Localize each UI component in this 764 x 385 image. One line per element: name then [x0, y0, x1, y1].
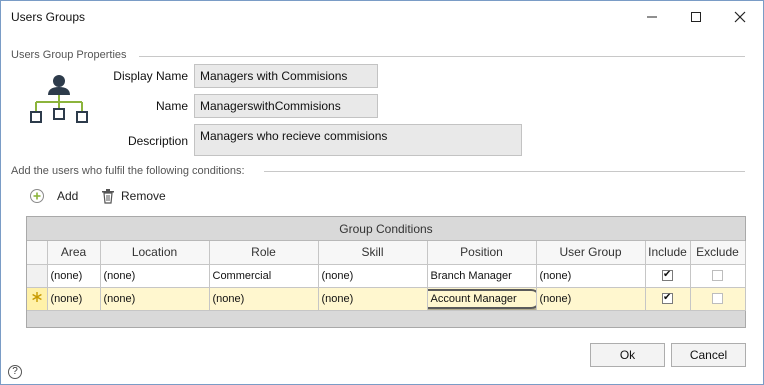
close-button[interactable]: [718, 1, 762, 32]
ok-button[interactable]: Ok: [590, 343, 665, 367]
highlighted-position-value[interactable]: Account Manager: [427, 288, 535, 309]
column-header-user-group[interactable]: User Group: [536, 241, 646, 265]
cell-user-group[interactable]: (none): [536, 287, 646, 311]
cell-location[interactable]: (none): [100, 287, 210, 311]
cell-skill[interactable]: (none): [318, 287, 428, 311]
description-field[interactable]: Managers who recieve commisions: [194, 124, 522, 156]
description-label: Description: [127, 134, 188, 148]
users-group-icon: [26, 71, 90, 130]
maximize-icon: [691, 11, 701, 22]
grid-header-row: Area Location Role Skill Position User G…: [27, 241, 746, 265]
table-row[interactable]: (none) (none) (none) (none) Account Mana…: [27, 287, 746, 311]
window-title: Users Groups: [11, 10, 86, 24]
cell-exclude[interactable]: [690, 264, 746, 288]
cell-include[interactable]: ✔: [645, 264, 691, 288]
minimize-icon: [647, 16, 657, 17]
conditions-section-title: Add the users who fulfil the following c…: [11, 165, 245, 177]
cell-include[interactable]: ✔: [645, 287, 691, 311]
table-row[interactable]: (none) (none) Commercial (none) Branch M…: [27, 264, 746, 288]
column-header-include[interactable]: Include: [645, 241, 691, 265]
maximize-button[interactable]: [674, 1, 718, 32]
conditions-divider: [264, 171, 745, 172]
display-name-field[interactable]: Managers with Commisions: [194, 64, 378, 88]
cell-skill[interactable]: (none): [318, 264, 428, 288]
cell-role[interactable]: Commercial: [209, 264, 319, 288]
add-label: Add: [57, 189, 79, 203]
close-icon: [734, 11, 746, 22]
conditions-table: Area Location Role Skill Position User G…: [27, 241, 746, 311]
new-row-asterisk-icon: [32, 292, 42, 302]
column-header-location[interactable]: Location: [100, 241, 210, 265]
row-selector[interactable]: [27, 287, 48, 311]
users-groups-dialog: Users Groups Users Group Properties Disp…: [0, 0, 764, 385]
cell-position[interactable]: Account Manager: [427, 287, 537, 311]
name-field[interactable]: ManagerswithCommisions: [194, 94, 378, 118]
display-name-label: Display Name: [113, 69, 188, 83]
row-selector[interactable]: [27, 264, 48, 288]
exclude-checkbox[interactable]: [712, 293, 723, 305]
cell-role[interactable]: (none): [209, 287, 319, 311]
group-conditions-grid: Group Conditions Area Location Role Skil…: [26, 216, 746, 328]
cell-user-group[interactable]: (none): [536, 264, 646, 288]
cancel-button[interactable]: Cancel: [671, 343, 746, 367]
title-bar: Users Groups: [1, 1, 763, 32]
cell-area[interactable]: (none): [47, 264, 101, 288]
include-checkbox[interactable]: ✔: [662, 269, 673, 282]
column-header-area[interactable]: Area: [47, 241, 101, 265]
help-icon[interactable]: ?: [8, 365, 22, 379]
name-label: Name: [155, 99, 188, 113]
column-header-role[interactable]: Role: [209, 241, 319, 265]
cell-position[interactable]: Branch Manager: [427, 264, 537, 288]
column-header-skill[interactable]: Skill: [318, 241, 428, 265]
row-selector-header: [27, 241, 48, 265]
minimize-button[interactable]: [630, 1, 674, 32]
properties-divider: [139, 56, 745, 57]
column-header-exclude[interactable]: Exclude: [690, 241, 746, 265]
cell-area[interactable]: (none): [47, 287, 101, 311]
include-checkbox[interactable]: ✔: [662, 292, 673, 305]
exclude-checkbox[interactable]: [712, 270, 723, 282]
remove-button[interactable]: Remove: [101, 188, 166, 204]
cell-exclude[interactable]: [690, 287, 746, 311]
grid-caption: Group Conditions: [27, 217, 745, 241]
cell-location[interactable]: (none): [100, 264, 210, 288]
properties-section-title: Users Group Properties: [11, 49, 127, 61]
add-icon: [30, 189, 44, 203]
trash-icon: [102, 189, 114, 204]
add-button[interactable]: Add: [29, 188, 78, 204]
remove-label: Remove: [121, 189, 166, 203]
column-header-position[interactable]: Position: [427, 241, 537, 265]
